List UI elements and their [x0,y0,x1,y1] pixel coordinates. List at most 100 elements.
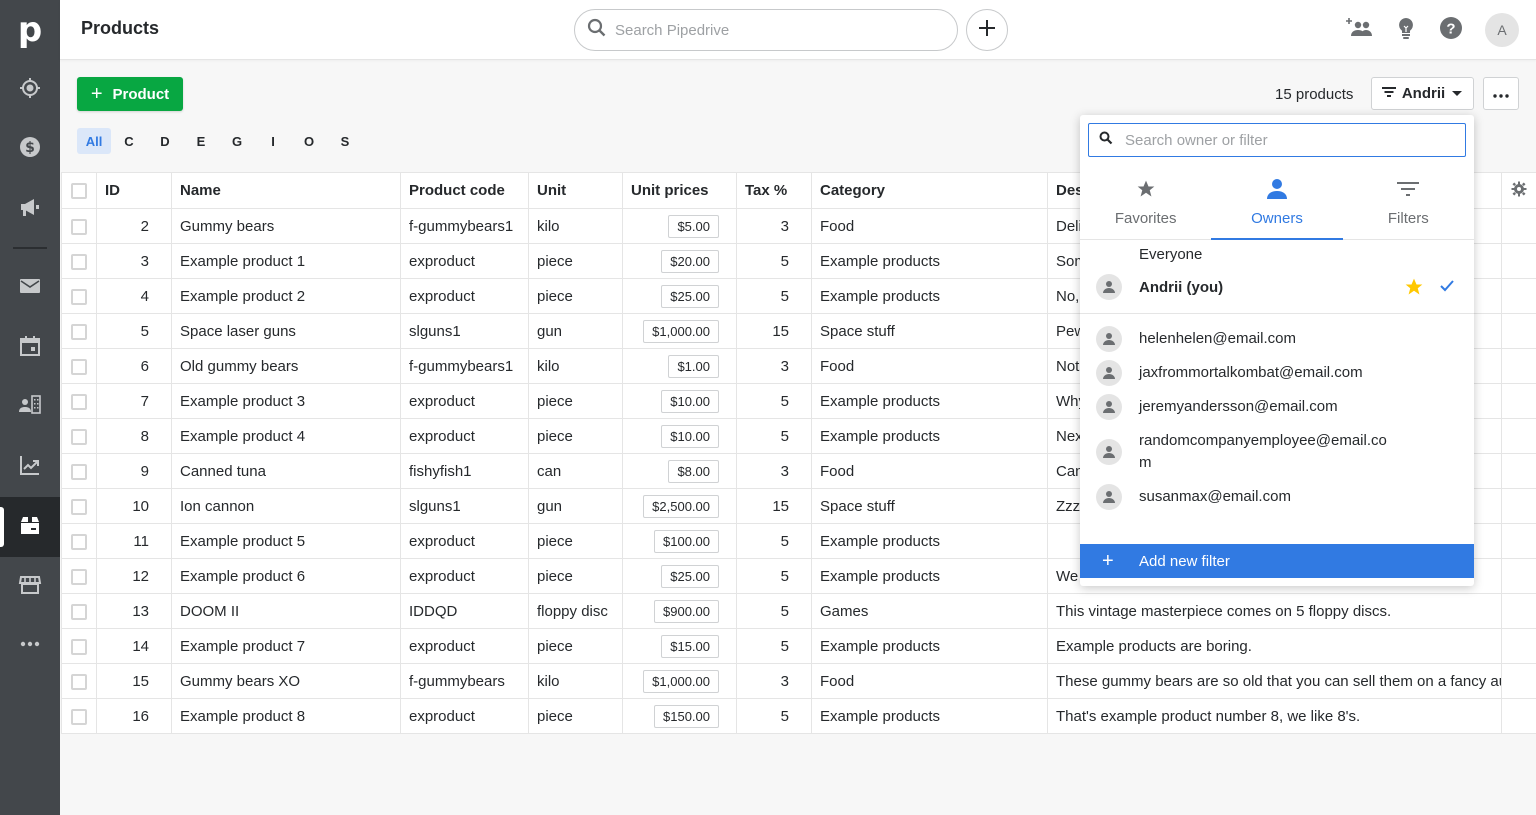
owner-option[interactable]: jaxfrommortalkombat@email.com [1080,356,1474,390]
row-checkbox[interactable] [71,603,87,620]
cell-unit[interactable]: kilo [528,348,623,384]
row-checkbox-cell[interactable] [61,698,97,734]
select-all-checkbox[interactable] [71,183,87,200]
cell-tax[interactable]: 5 [736,558,812,594]
row-checkbox[interactable] [71,638,87,655]
cell-category[interactable]: Space stuff [811,313,1048,349]
table-row[interactable]: 14 Example product 7 exproduct piece $15… [61,628,1536,664]
cell-tax[interactable]: 3 [736,663,812,699]
global-search[interactable] [574,9,958,51]
table-row[interactable]: 15 Gummy bears XO f-gummybears kilo $1,0… [61,663,1536,699]
cell-tax[interactable]: 15 [736,488,812,524]
owner-option[interactable]: randomcompanyemployee@email.com [1080,424,1474,480]
price-tag[interactable]: $8.00 [668,459,719,483]
cell-category[interactable]: Food [811,663,1048,699]
column-header-tax[interactable]: Tax % [736,172,812,209]
row-checkbox[interactable] [71,253,87,270]
row-checkbox-cell[interactable] [61,208,97,244]
sidebar-item-contacts[interactable] [0,377,60,437]
row-checkbox[interactable] [71,568,87,585]
cell-tax[interactable]: 5 [736,523,812,559]
letter-filter-o[interactable]: O [291,128,327,154]
table-row[interactable]: 13 DOOM II IDDQD floppy disc $900.00 5 G… [61,593,1536,629]
cell-unit-price[interactable]: $1,000.00 [622,663,737,699]
cell-product-code[interactable]: exproduct [400,628,529,664]
row-checkbox[interactable] [71,323,87,340]
row-checkbox[interactable] [71,428,87,445]
add-new-filter-button[interactable]: + Add new filter [1080,544,1474,578]
cell-product-code[interactable]: exproduct [400,278,529,314]
cell-unit[interactable]: piece [528,383,623,419]
tab-favorites[interactable]: Favorites [1080,170,1211,239]
cell-name[interactable]: Canned tuna [171,453,401,489]
letter-filter-e[interactable]: E [183,128,219,154]
column-header-unit-prices[interactable]: Unit prices [622,172,737,209]
cell-unit-price[interactable]: $15.00 [622,628,737,664]
cell-unit-price[interactable]: $10.00 [622,418,737,454]
cell-name[interactable]: Example product 3 [171,383,401,419]
cell-name[interactable]: Space laser guns [171,313,401,349]
row-checkbox[interactable] [71,218,87,235]
row-checkbox[interactable] [71,288,87,305]
cell-category[interactable]: Example products [811,243,1048,279]
cell-name[interactable]: Example product 8 [171,698,401,734]
cell-name[interactable]: Gummy bears [171,208,401,244]
column-header-unit[interactable]: Unit [528,172,623,209]
column-header-category[interactable]: Category [811,172,1048,209]
cell-category[interactable]: Games [811,593,1048,629]
cell-name[interactable]: Example product 2 [171,278,401,314]
cell-unit[interactable]: piece [528,243,623,279]
cell-unit-price[interactable]: $2,500.00 [622,488,737,524]
cell-product-code[interactable]: fishyfish1 [400,453,529,489]
select-all-checkbox-cell[interactable] [61,172,97,209]
price-tag[interactable]: $1,000.00 [643,669,719,693]
cell-unit[interactable]: can [528,453,623,489]
row-checkbox[interactable] [71,708,87,725]
sidebar-item-deals[interactable]: $ [0,119,60,179]
cell-product-code[interactable]: exproduct [400,698,529,734]
column-header-id[interactable]: ID [96,172,172,209]
cell-description[interactable]: That's example product number 8, we like… [1047,698,1502,734]
owner-search-input[interactable] [1125,131,1445,149]
price-tag[interactable]: $15.00 [661,634,719,658]
row-checkbox-cell[interactable] [61,523,97,559]
price-tag[interactable]: $150.00 [654,704,719,728]
cell-name[interactable]: Example product 5 [171,523,401,559]
price-tag[interactable]: $2,500.00 [643,494,719,518]
price-tag[interactable]: $1.00 [668,354,719,378]
cell-unit[interactable]: kilo [528,663,623,699]
cell-unit[interactable]: piece [528,628,623,664]
cell-tax[interactable]: 3 [736,208,812,244]
cell-tax[interactable]: 5 [736,698,812,734]
row-checkbox-cell[interactable] [61,348,97,384]
cell-unit-price[interactable]: $5.00 [622,208,737,244]
tab-filters[interactable]: Filters [1343,170,1474,239]
letter-filter-i[interactable]: I [255,128,291,154]
price-tag[interactable]: $1,000.00 [643,319,719,343]
letter-filter-d[interactable]: D [147,128,183,154]
cell-tax[interactable]: 5 [736,593,812,629]
letter-filter-g[interactable]: G [219,128,255,154]
sidebar-item-marketplace[interactable] [0,557,60,617]
price-tag[interactable]: $10.00 [661,389,719,413]
row-checkbox-cell[interactable] [61,313,97,349]
row-checkbox-cell[interactable] [61,593,97,629]
cell-unit-price[interactable]: $900.00 [622,593,737,629]
cell-tax[interactable]: 5 [736,383,812,419]
sidebar-item-products[interactable] [0,497,60,557]
cell-unit-price[interactable]: $8.00 [622,453,737,489]
cell-tax[interactable]: 5 [736,418,812,454]
row-checkbox-cell[interactable] [61,243,97,279]
user-avatar[interactable]: A [1485,13,1519,47]
price-tag[interactable]: $900.00 [654,599,719,623]
sidebar-item-leads[interactable] [0,60,60,120]
cell-tax[interactable]: 15 [736,313,812,349]
sidebar-item-activities[interactable] [0,318,60,378]
cell-name[interactable]: Gummy bears XO [171,663,401,699]
cell-unit[interactable]: gun [528,313,623,349]
cell-unit[interactable]: piece [528,523,623,559]
row-checkbox[interactable] [71,393,87,410]
row-checkbox[interactable] [71,498,87,515]
cell-tax[interactable]: 5 [736,628,812,664]
cell-name[interactable]: Example product 4 [171,418,401,454]
